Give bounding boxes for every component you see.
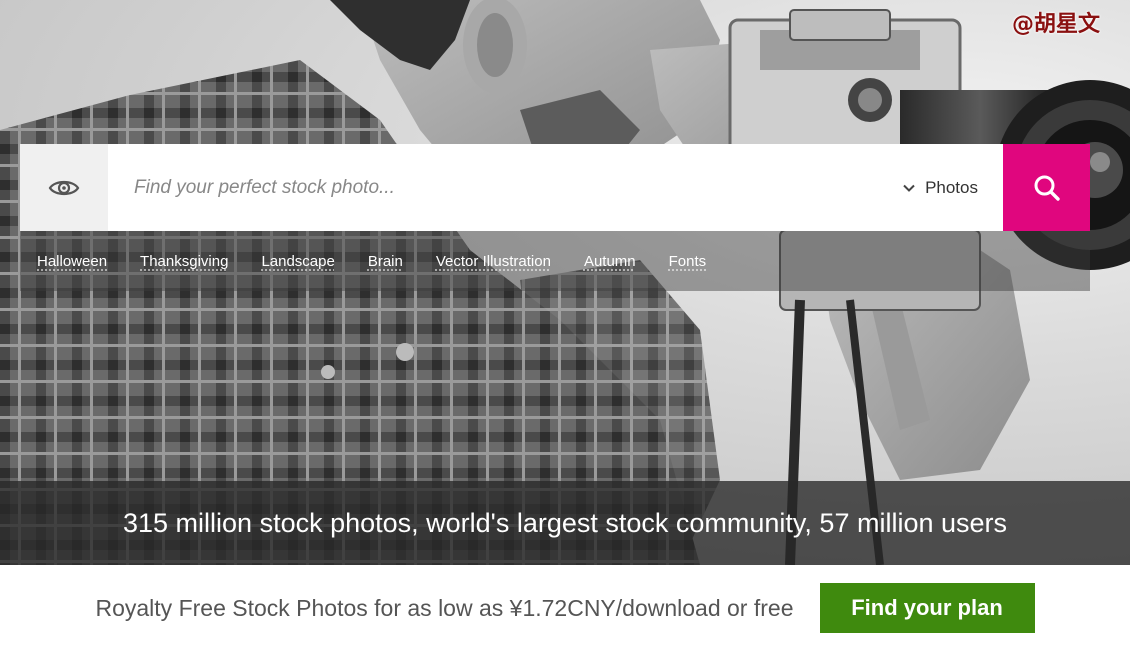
content-type-label: Photos (925, 177, 978, 197)
search-scope-button[interactable] (20, 144, 108, 231)
tag-brain[interactable]: Brain (368, 253, 403, 270)
watermark-text: @胡星文 (1011, 12, 1100, 37)
tag-vector-illustration[interactable]: Vector Illustration (436, 253, 551, 270)
content-type-dropdown[interactable]: Photos (893, 144, 1003, 231)
tag-landscape[interactable]: Landscape (261, 253, 334, 270)
chevron-down-icon (903, 184, 915, 192)
tag-autumn[interactable]: Autumn (584, 253, 636, 270)
tag-thanksgiving[interactable]: Thanksgiving (140, 253, 228, 270)
search-button[interactable] (1003, 144, 1090, 231)
trending-tags: Halloween Thanksgiving Landscape Brain V… (20, 231, 1090, 291)
search-bar: Photos (20, 144, 1090, 231)
promo-text: Royalty Free Stock Photos for as low as … (95, 594, 794, 621)
stats-banner: 315 million stock photos, world's larges… (0, 481, 1130, 565)
tag-halloween[interactable]: Halloween (37, 253, 107, 270)
hero-section: @胡星文 Photos Halloween Thanksgiving (0, 0, 1130, 565)
search-icon (1034, 175, 1060, 201)
stats-text: 315 million stock photos, world's larges… (123, 507, 1007, 538)
eye-icon (48, 180, 80, 195)
search-input[interactable] (108, 144, 894, 231)
pricing-promo: Royalty Free Stock Photos for as low as … (0, 565, 1130, 651)
find-plan-button[interactable]: Find your plan (819, 583, 1035, 633)
tag-fonts[interactable]: Fonts (669, 253, 707, 270)
